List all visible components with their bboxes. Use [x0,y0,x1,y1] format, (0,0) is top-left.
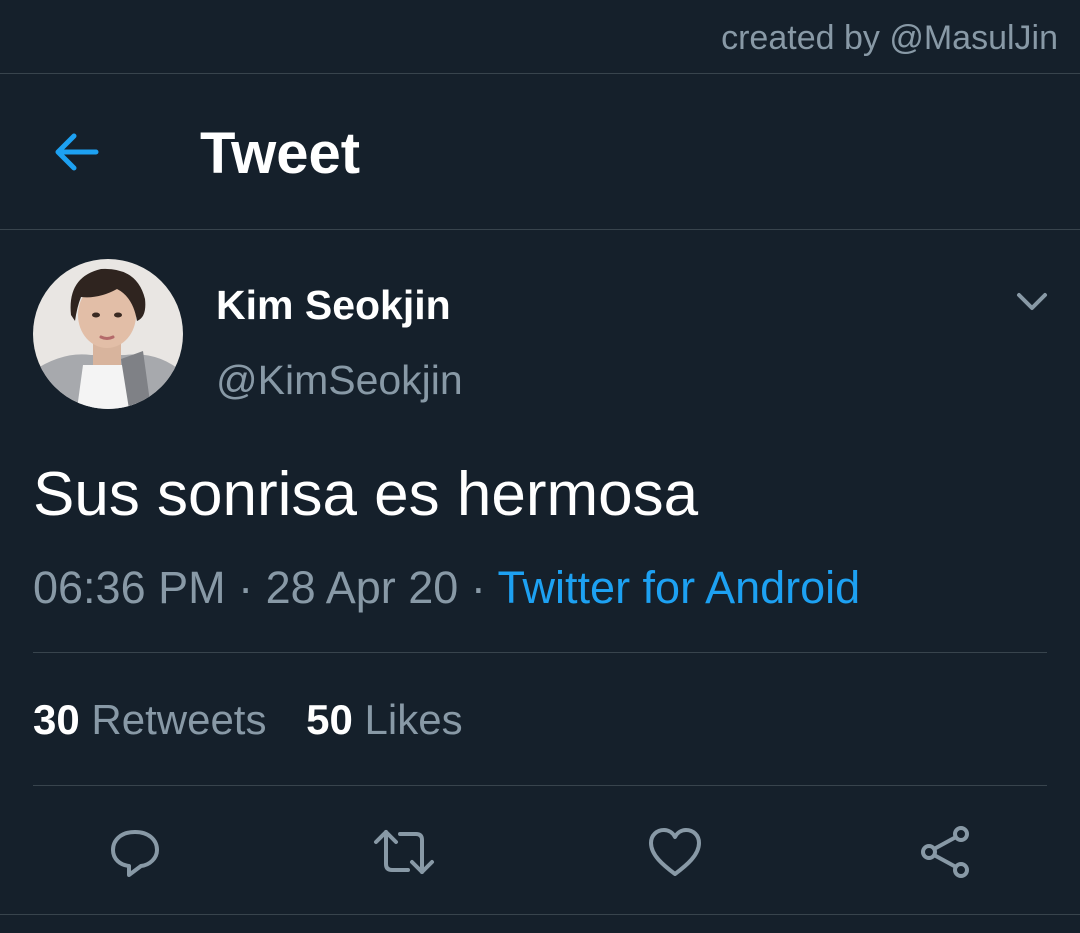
tweet-menu-button[interactable] [1008,280,1056,324]
heart-icon [649,828,701,876]
divider [0,914,1080,915]
reply-icon [111,830,159,877]
reply-button[interactable] [103,820,167,884]
tweet-metadata: 06:36 PM · 28 Apr 20 · Twitter for Andro… [33,560,860,616]
username-handle[interactable]: @KimSeokjin [216,355,463,405]
share-icon [921,826,969,878]
retweets-label: Retweets [91,696,267,743]
divider [33,785,1047,786]
meta-separator: · [238,562,254,613]
top-app-bar: Tweet [0,75,1080,230]
meta-separator: · [470,562,486,613]
likes-count: 50 [306,696,353,743]
display-name[interactable]: Kim Seokjin [216,280,451,330]
likes-stat[interactable]: 50 Likes [306,694,462,746]
chevron-down-icon [1017,293,1047,310]
arrow-left-icon [55,133,99,171]
profile-photo [33,259,183,409]
tweet-source-link[interactable]: Twitter for Android [498,562,861,613]
retweets-stat[interactable]: 30 Retweets [33,694,266,746]
like-button[interactable] [643,820,707,884]
likes-label: Likes [364,696,463,743]
watermark-bar: created by @MasulJin [0,0,1080,74]
divider [33,652,1047,653]
page-title: Tweet [200,121,361,186]
tweet-date: 28 Apr 20 [265,562,459,613]
share-button[interactable] [913,820,977,884]
tweet-time: 06:36 PM [33,562,226,613]
back-button[interactable] [40,120,112,184]
tweet-text: Sus sonrisa es hermosa [33,460,699,529]
avatar[interactable] [33,259,183,409]
retweets-count: 30 [33,696,80,743]
retweet-icon [374,830,434,874]
engagement-stats: 30 Retweets 50 Likes [33,694,463,746]
credit-text: created by @MasulJin [721,19,1058,57]
retweet-button[interactable] [372,820,436,884]
